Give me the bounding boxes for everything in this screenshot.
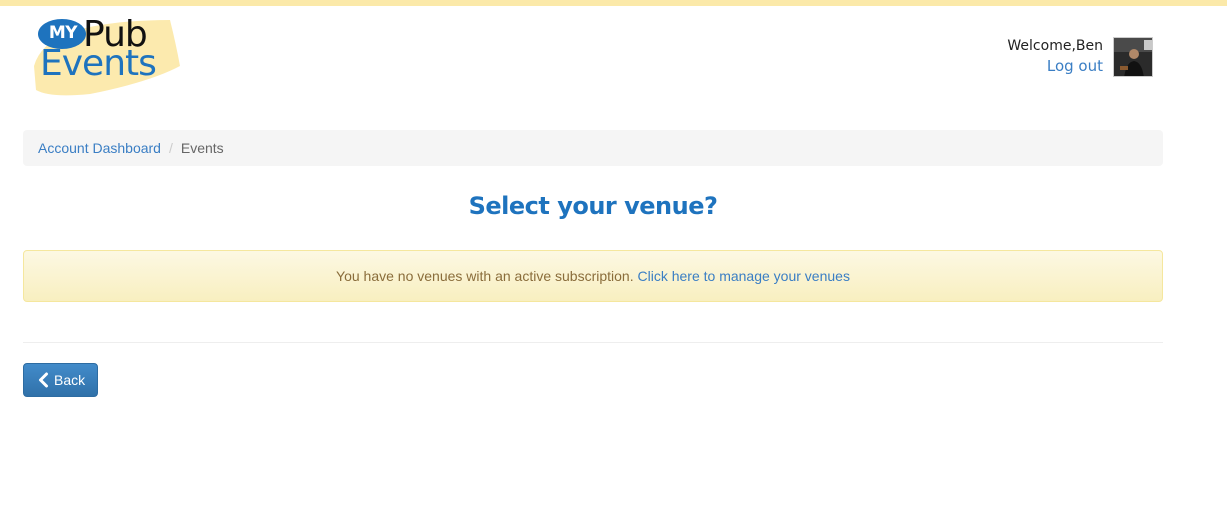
logo-my-text: MY: [48, 23, 78, 43]
warning-alert: You have no venues with an active subscr…: [23, 250, 1163, 302]
user-menu: Welcome,Ben Log out: [1007, 37, 1103, 77]
logo[interactable]: MY Pub Events: [30, 14, 184, 98]
logout-link[interactable]: Log out: [1007, 56, 1103, 77]
chevron-left-icon: [39, 372, 48, 388]
breadcrumb-account-dashboard[interactable]: Account Dashboard: [38, 140, 161, 156]
avatar[interactable]: [1113, 37, 1153, 77]
divider: [23, 342, 1163, 343]
user-photo-icon: [1114, 38, 1152, 76]
alert-message: You have no venues with an active subscr…: [336, 268, 634, 284]
top-accent-strip: [0, 0, 1227, 6]
back-button[interactable]: Back: [23, 363, 98, 397]
manage-venues-link[interactable]: Click here to manage your venues: [638, 268, 850, 284]
breadcrumb: Account Dashboard / Events: [23, 130, 1163, 166]
logo-events-text: Events: [40, 43, 157, 84]
back-button-label: Back: [54, 372, 86, 388]
page-title: Select your venue?: [468, 192, 718, 220]
breadcrumb-events: Events: [180, 140, 224, 156]
welcome-text: Welcome,Ben: [1007, 38, 1103, 54]
breadcrumb-separator: /: [168, 140, 173, 156]
